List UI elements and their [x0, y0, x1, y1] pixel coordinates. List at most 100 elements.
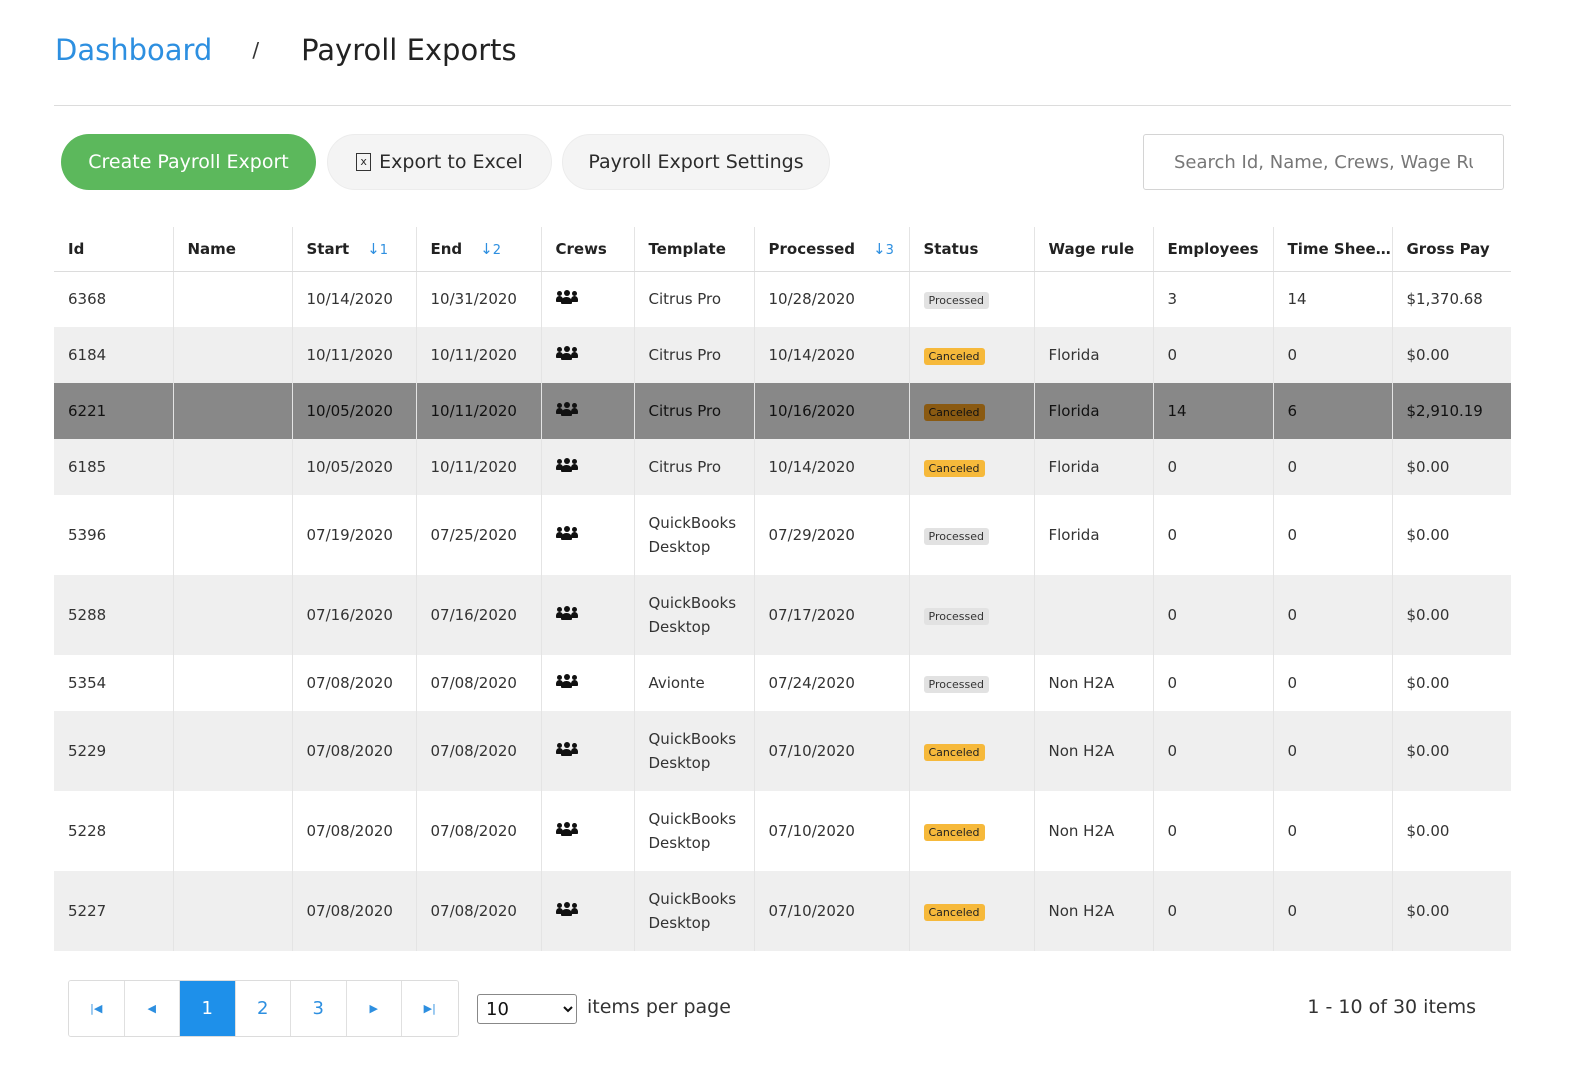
cell-name — [173, 871, 293, 951]
table-row[interactable]: 5229 07/08/2020 07/08/2020 QuickBooks Deskto… — [54, 711, 1511, 791]
column-header-name[interactable]: Name — [173, 227, 293, 272]
cell-processed: 10/14/2020 — [754, 439, 910, 495]
cell-crews[interactable] — [541, 575, 635, 655]
cell-processed: 10/28/2020 — [754, 271, 910, 327]
excel-file-icon: x — [356, 153, 372, 171]
cell-processed: 07/24/2020 — [754, 655, 910, 711]
page-button-2[interactable]: 2 — [235, 981, 291, 1036]
sort-order-index: 2 — [492, 242, 502, 258]
template-line: Desktop — [648, 754, 711, 772]
column-header-crews[interactable]: Crews — [541, 227, 635, 272]
create-payroll-export-button[interactable]: Create Payroll Export — [61, 134, 316, 190]
template-line: Desktop — [648, 834, 711, 852]
last-page-icon: ▶| — [423, 1002, 436, 1015]
table-row[interactable]: 5228 07/08/2020 07/08/2020 QuickBooks Deskto… — [54, 791, 1511, 871]
table-row[interactable]: 6185 10/05/2020 10/11/2020 Citrus Pro 10/14/… — [54, 439, 1511, 495]
table-row[interactable]: 6184 10/11/2020 10/11/2020 Citrus Pro 10/14/… — [54, 327, 1511, 383]
cell-timesheets: 6 — [1273, 383, 1393, 439]
column-header-time-sheets[interactable]: Time Shee... — [1273, 227, 1393, 272]
cell-crews[interactable] — [541, 655, 635, 711]
column-header-start[interactable]: Start ↓1 — [292, 227, 417, 272]
next-page-icon: ▶ — [369, 1002, 378, 1015]
page-button-3[interactable]: 3 — [291, 981, 347, 1036]
cell-crews[interactable] — [541, 439, 635, 495]
cell-status: Processed — [909, 575, 1035, 655]
status-badge: Canceled — [923, 459, 985, 477]
column-header-processed[interactable]: Processed ↓3 — [754, 227, 910, 272]
cell-timesheets: 0 — [1273, 871, 1393, 951]
cell-crews[interactable] — [541, 271, 635, 327]
table-row[interactable]: 5288 07/16/2020 07/16/2020 QuickBooks Deskto… — [54, 575, 1511, 655]
column-header-id[interactable]: Id — [54, 227, 174, 272]
cell-crews[interactable] — [541, 711, 635, 791]
cell-name — [173, 711, 293, 791]
column-header-wage-rule[interactable]: Wage rule — [1034, 227, 1154, 272]
cell-gross-pay: $2,910.19 — [1392, 383, 1511, 439]
cell-employees: 0 — [1153, 327, 1274, 383]
prev-page-button[interactable]: ◀ — [124, 981, 180, 1036]
cell-crews[interactable] — [541, 871, 635, 951]
cell-timesheets: 14 — [1273, 271, 1393, 327]
cell-name — [173, 655, 293, 711]
cell-crews[interactable] — [541, 327, 635, 383]
cell-employees: 0 — [1153, 711, 1274, 791]
last-page-button[interactable]: ▶| — [402, 981, 458, 1036]
search-input[interactable] — [1143, 134, 1504, 190]
first-page-button[interactable]: |◀ — [69, 981, 125, 1036]
users-icon — [555, 822, 578, 836]
column-header-employees[interactable]: Employees — [1153, 227, 1274, 272]
cell-timesheets: 0 — [1273, 327, 1393, 383]
cell-processed: 07/10/2020 — [754, 711, 910, 791]
cell-processed: 07/17/2020 — [754, 575, 910, 655]
column-header-template[interactable]: Template — [634, 227, 755, 272]
cell-wage-rule: Florida — [1034, 495, 1154, 575]
breadcrumb: Dashboard / Payroll Exports — [55, 28, 517, 72]
cell-end: 07/08/2020 — [416, 791, 542, 871]
export-to-excel-label: Export to Excel — [379, 151, 523, 173]
cell-id: 5228 — [54, 791, 174, 871]
cell-id: 5396 — [54, 495, 174, 575]
column-header-end[interactable]: End ↓2 — [416, 227, 542, 272]
page-size-select[interactable]: 10 — [477, 994, 577, 1024]
table-row[interactable]: 5227 07/08/2020 07/08/2020 QuickBooks Deskto… — [54, 871, 1511, 951]
table-row[interactable]: 6221 10/05/2020 10/11/2020 Citrus Pro 10/16/… — [54, 383, 1511, 439]
column-header-label: Id — [68, 239, 85, 258]
page-button-1[interactable]: 1 — [180, 981, 236, 1036]
cell-gross-pay: $1,370.68 — [1406, 290, 1483, 309]
cell-template: Avionte — [634, 655, 755, 711]
status-badge: Canceled — [923, 743, 985, 761]
table-row[interactable]: 6368 10/14/2020 10/31/2020 Citrus Pro 10/28/… — [54, 271, 1511, 327]
template-line: QuickBooks — [648, 730, 737, 748]
table-row[interactable]: 5396 07/19/2020 07/25/2020 QuickBooks Deskto… — [54, 495, 1511, 575]
cell-template: Citrus Pro — [634, 439, 755, 495]
status-badge: Processed — [923, 291, 989, 309]
export-to-excel-button[interactable]: x Export to Excel — [327, 134, 552, 190]
column-header-gross-pay[interactable]: Gross Pay — [1392, 227, 1511, 272]
table-row[interactable]: 5354 07/08/2020 07/08/2020 Avionte 07/24/202… — [54, 655, 1511, 711]
template-line: Citrus Pro — [648, 402, 722, 420]
cell-timesheets: 0 — [1273, 791, 1393, 871]
cell-crews[interactable] — [541, 383, 635, 439]
cell-start: 07/08/2020 — [292, 711, 417, 791]
column-header-label: Status — [923, 239, 979, 258]
column-header-status[interactable]: Status — [909, 227, 1035, 272]
template-line: Avionte — [648, 674, 705, 692]
items-per-page-label: items per page — [587, 996, 731, 1018]
status-badge: Canceled — [923, 823, 985, 841]
cell-id: 6185 — [54, 439, 174, 495]
template-line: Citrus Pro — [648, 290, 722, 309]
cell-crews[interactable] — [541, 791, 635, 871]
cell-status: Canceled — [909, 711, 1035, 791]
column-header-label: End — [430, 239, 463, 258]
cell-template: QuickBooks Desktop — [634, 871, 755, 951]
cell-gross-pay: $0.00 — [1406, 822, 1450, 840]
cell-id: 5229 — [54, 711, 174, 791]
cell-wage-rule — [1034, 575, 1154, 655]
sort-descending-icon: ↓3 — [873, 239, 894, 258]
cell-crews[interactable] — [541, 495, 635, 575]
next-page-button[interactable]: ▶ — [346, 981, 402, 1036]
users-icon — [555, 402, 578, 416]
cell-id: 6221 — [54, 383, 174, 439]
breadcrumb-dashboard-link[interactable]: Dashboard — [55, 33, 212, 67]
payroll-export-settings-button[interactable]: Payroll Export Settings — [562, 134, 830, 190]
